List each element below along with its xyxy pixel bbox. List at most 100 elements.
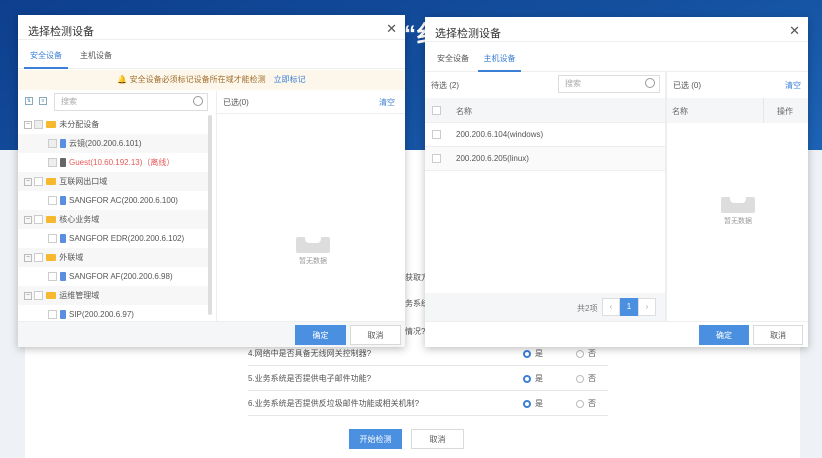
tree-checkbox[interactable] <box>48 272 57 282</box>
device-icon <box>60 310 66 320</box>
device-icon <box>60 234 66 244</box>
dialog-title: 选择检测设备 <box>28 26 94 38</box>
table-row[interactable]: 200.200.6.205(linux) <box>425 147 665 171</box>
prev-page-button[interactable]: ‹ <box>602 298 620 316</box>
host-search-input[interactable]: 搜索 <box>558 75 660 93</box>
tab-security-devices[interactable]: 安全设备 <box>24 45 68 69</box>
confirm-button[interactable]: 确定 <box>295 325 346 345</box>
cancel-button[interactable]: 取消 <box>350 325 401 345</box>
cancel-button[interactable]: 取消 <box>753 325 803 345</box>
collapse-icon[interactable]: − <box>24 291 32 300</box>
tree-group[interactable]: − 运维管理域 <box>18 286 208 305</box>
tree-label: 云镜(200.200.6.101) <box>69 139 142 148</box>
empty-state: 暂无数据 <box>278 237 348 266</box>
tree-device[interactable]: SANGFOR AF(200.200.6.98) <box>18 267 208 286</box>
device-icon <box>60 272 66 282</box>
select-device-dialog-security: 选择检测设备 ✕ 安全设备 主机设备 🔔 安全设备必须标记设备所在域才能检测 立即… <box>18 15 405 347</box>
tree-group[interactable]: − 互联网出口域 <box>18 172 208 191</box>
empty-inbox-icon <box>296 237 330 253</box>
select-all-checkbox[interactable] <box>432 106 441 115</box>
close-icon[interactable]: ✕ <box>789 23 800 39</box>
collapse-icon[interactable]: − <box>24 253 32 262</box>
host-name: 200.200.6.104(windows) <box>456 130 544 139</box>
tree-checkbox[interactable] <box>48 234 57 244</box>
dialog-title: 选择检测设备 <box>435 28 501 40</box>
host-name: 200.200.6.205(linux) <box>456 154 529 163</box>
collapse-all-icon[interactable]: ≡ <box>39 97 47 105</box>
collapse-icon[interactable]: − <box>24 215 32 224</box>
table-header: 名称 <box>425 98 665 123</box>
tree-checkbox[interactable] <box>34 120 44 130</box>
folder-icon <box>46 121 57 129</box>
device-icon <box>60 196 66 206</box>
tree-search-input[interactable]: 搜索 <box>54 93 208 111</box>
tree-checkbox[interactable] <box>34 177 44 187</box>
tree-group[interactable]: − 未分配设备 <box>18 115 208 134</box>
radio-no[interactable] <box>576 375 584 383</box>
clear-link[interactable]: 清空 <box>785 80 801 91</box>
tree-label: SANGFOR AF(200.200.6.98) <box>69 272 173 281</box>
tree-checkbox[interactable] <box>34 215 44 225</box>
clear-link[interactable]: 清空 <box>379 97 395 108</box>
background-cancel-button[interactable]: 取消 <box>411 429 464 449</box>
page-1-button[interactable]: 1 <box>620 298 638 316</box>
warning-text: 安全设备必须标记设备所在域才能检测 <box>129 75 266 84</box>
tree-label: SIP(200.200.6.97) <box>69 310 134 319</box>
select-device-dialog-host: 选择检测设备 ✕ 安全设备 主机设备 待选 (2) 搜索 名称 200.200.… <box>425 17 808 347</box>
selected-count: 已选 (0) <box>673 81 701 90</box>
expand-all-icon[interactable]: ⇅ <box>25 97 33 105</box>
empty-state: 暂无数据 <box>703 197 773 226</box>
tree-device[interactable]: SANGFOR EDR(200.200.6.102) <box>18 229 208 248</box>
column-header-name: 名称 <box>456 107 472 116</box>
tree-group[interactable]: − 外联域 <box>18 248 208 267</box>
next-page-button[interactable]: › <box>638 298 656 316</box>
collapse-icon[interactable]: − <box>24 177 32 186</box>
radio-yes[interactable] <box>523 400 531 408</box>
collapse-icon[interactable]: − <box>24 120 32 129</box>
radio-no[interactable] <box>576 350 584 358</box>
empty-inbox-icon <box>721 197 755 213</box>
row-checkbox[interactable] <box>432 154 441 163</box>
tree-checkbox[interactable] <box>34 253 44 263</box>
tree-device[interactable]: SANGFOR AC(200.200.6.100) <box>18 191 208 210</box>
column-header-action: 操作 <box>777 107 793 116</box>
radio-yes[interactable] <box>523 375 531 383</box>
folder-icon <box>46 178 57 186</box>
tab-host-devices[interactable]: 主机设备 <box>478 48 521 72</box>
bell-icon: 🔔 <box>117 75 128 84</box>
table-row[interactable]: 200.200.6.104(windows) <box>425 123 665 147</box>
confirm-button[interactable]: 确定 <box>699 325 749 345</box>
radio-no[interactable] <box>576 400 584 408</box>
folder-icon <box>46 292 57 300</box>
selected-table-header: 名称 操作 <box>667 98 808 123</box>
question-text: 5.业务系统是否提供电子邮件功能? <box>248 374 372 383</box>
start-detection-button[interactable]: 开始检测 <box>349 429 402 449</box>
tree-checkbox[interactable] <box>48 310 57 320</box>
tab-security-devices[interactable]: 安全设备 <box>437 48 469 72</box>
tree-label: SANGFOR AC(200.200.6.100) <box>69 196 178 205</box>
radio-no-label: 否 <box>588 399 596 408</box>
question-text: 4.网络中是否具备无线网关控制器? <box>248 349 372 358</box>
tab-host-devices[interactable]: 主机设备 <box>80 45 112 69</box>
tree-group[interactable]: − 核心业务域 <box>18 210 208 229</box>
tree-device[interactable]: 云镜(200.200.6.101) <box>18 134 208 153</box>
radio-yes[interactable] <box>523 350 531 358</box>
tree-checkbox[interactable] <box>48 158 57 168</box>
tree-label: 外联域 <box>59 253 84 262</box>
question-row: 5.业务系统是否提供电子邮件功能? 是 否 <box>248 367 608 391</box>
tree-checkbox[interactable] <box>48 196 57 206</box>
tree-checkbox[interactable] <box>48 139 57 149</box>
folder-icon <box>46 216 57 224</box>
selected-count: 已选(0) <box>223 98 249 107</box>
partial-text: 情况? <box>405 327 426 336</box>
tree-label: 互联网出口域 <box>59 177 108 186</box>
tree-checkbox[interactable] <box>34 291 44 301</box>
folder-icon <box>46 254 57 262</box>
radio-yes-label: 是 <box>535 374 543 383</box>
close-icon[interactable]: ✕ <box>386 21 397 37</box>
tree-scrollbar[interactable] <box>208 115 212 315</box>
tree-device[interactable]: Guest(10.60.192.13)（离线） <box>18 153 208 172</box>
tree-label: 运维管理域 <box>59 291 100 300</box>
mark-now-link[interactable]: 立即标记 <box>274 75 306 84</box>
row-checkbox[interactable] <box>432 130 441 139</box>
